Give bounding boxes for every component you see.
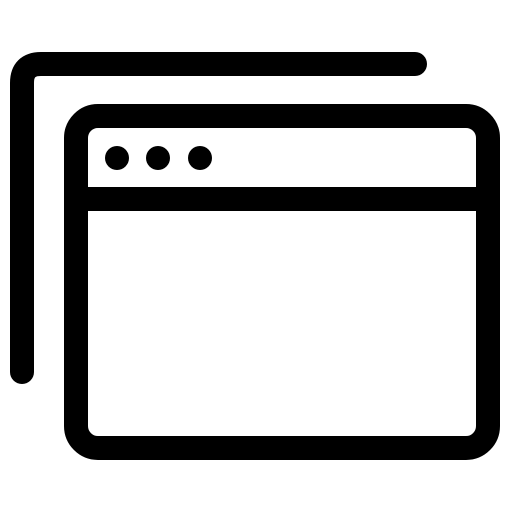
window-control-dot	[146, 146, 170, 170]
icon-canvas	[0, 0, 512, 512]
front-window-frame	[64, 104, 500, 460]
multiple-windows-icon	[10, 52, 500, 460]
window-control-dot	[105, 146, 129, 170]
window-control-dot	[188, 146, 212, 170]
